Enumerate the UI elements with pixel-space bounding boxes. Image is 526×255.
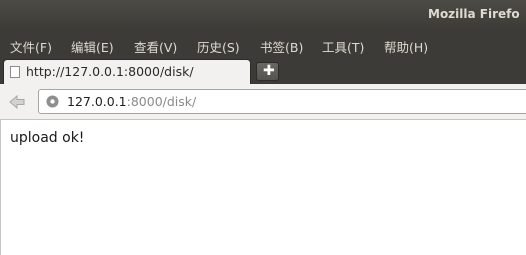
tab-strip: http://127.0.0.1:8000/disk/ ✚ — [0, 58, 526, 84]
blank-page-icon — [10, 66, 20, 78]
window-title: Mozilla Firefo — [428, 7, 520, 21]
menu-file[interactable]: 文件(F) — [10, 37, 52, 56]
tab-title: http://127.0.0.1:8000/disk/ — [26, 64, 194, 79]
new-tab-button[interactable]: ✚ — [256, 62, 279, 81]
menu-edit[interactable]: 编辑(E) — [71, 37, 114, 56]
menu-view[interactable]: 查看(V) — [134, 37, 177, 56]
url-text: 127.0.0.1:8000/disk/ — [67, 94, 196, 109]
url-bar[interactable]: 127.0.0.1:8000/disk/ — [38, 89, 526, 114]
menu-history[interactable]: 历史(S) — [197, 37, 240, 56]
page-message: upload ok! — [10, 130, 85, 146]
url-host: 127.0.0.1 — [67, 94, 127, 109]
menu-bookmarks[interactable]: 书签(B) — [260, 37, 303, 56]
title-bar: Mozilla Firefo — [0, 0, 526, 30]
page-content: upload ok! — [0, 120, 526, 255]
plus-icon: ✚ — [263, 63, 275, 79]
back-arrow-icon — [9, 94, 25, 110]
tab-active[interactable]: http://127.0.0.1:8000/disk/ — [3, 59, 251, 84]
content-left-border — [0, 120, 1, 255]
navigation-toolbar: 127.0.0.1:8000/disk/ — [0, 84, 526, 120]
back-button[interactable] — [6, 92, 28, 112]
globe-icon[interactable] — [46, 95, 59, 108]
menu-bar: 文件(F) 编辑(E) 查看(V) 历史(S) 书签(B) 工具(T) 帮助(H… — [0, 30, 526, 58]
browser-window: Mozilla Firefo 文件(F) 编辑(E) 查看(V) 历史(S) 书… — [0, 0, 526, 255]
url-path: :8000/disk/ — [126, 94, 197, 109]
menu-help[interactable]: 帮助(H) — [384, 37, 428, 56]
menu-tools[interactable]: 工具(T) — [322, 37, 364, 56]
